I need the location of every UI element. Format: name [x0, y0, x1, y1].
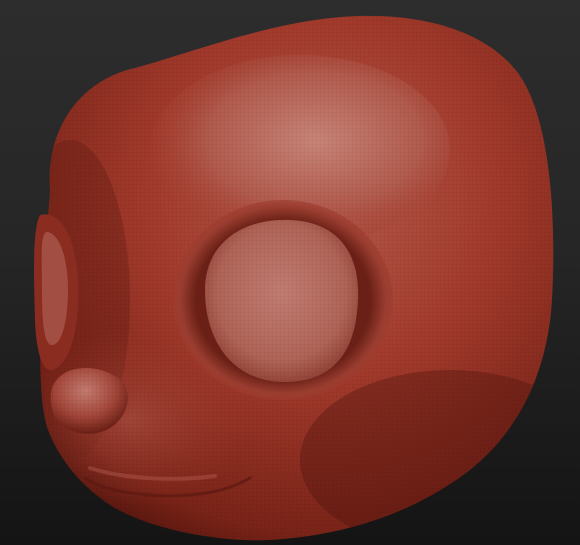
right-eye-socket: [173, 200, 393, 400]
zbrush-viewport[interactable]: [0, 0, 580, 545]
sculpt-model-canvas[interactable]: [0, 0, 580, 545]
